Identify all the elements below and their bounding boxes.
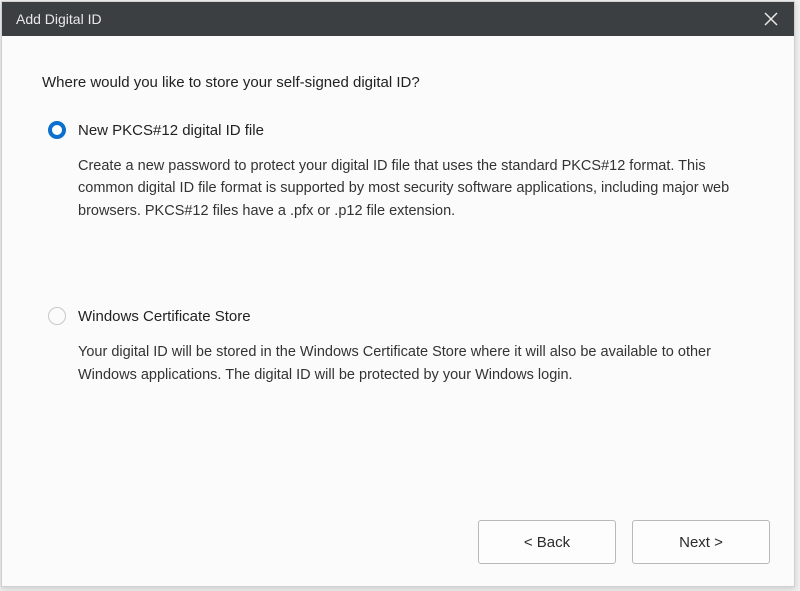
option-pkcs12[interactable]: New PKCS#12 digital ID file Create a new… [42, 121, 754, 222]
titlebar: Add Digital ID [2, 2, 794, 36]
next-button[interactable]: Next > [632, 520, 770, 564]
dialog-content: Where would you like to store your self-… [2, 36, 794, 502]
option-label-windows-store: Windows Certificate Store [78, 308, 251, 325]
close-icon [764, 12, 778, 26]
option-desc-windows-store: Your digital ID will be stored in the Wi… [48, 341, 738, 386]
radio-windows-store[interactable] [48, 307, 66, 325]
add-digital-id-dialog: Add Digital ID Where would you like to s… [1, 1, 795, 587]
dialog-title: Add Digital ID [16, 11, 748, 27]
dialog-footer: < Back Next > [2, 502, 794, 586]
option-label-pkcs12: New PKCS#12 digital ID file [78, 122, 264, 139]
option-header: New PKCS#12 digital ID file [48, 121, 754, 139]
option-header: Windows Certificate Store [48, 307, 754, 325]
option-desc-pkcs12: Create a new password to protect your di… [48, 155, 738, 222]
storage-prompt: Where would you like to store your self-… [42, 74, 754, 91]
option-windows-store[interactable]: Windows Certificate Store Your digital I… [42, 307, 754, 386]
close-button[interactable] [748, 2, 794, 36]
radio-pkcs12[interactable] [48, 121, 66, 139]
back-button[interactable]: < Back [478, 520, 616, 564]
